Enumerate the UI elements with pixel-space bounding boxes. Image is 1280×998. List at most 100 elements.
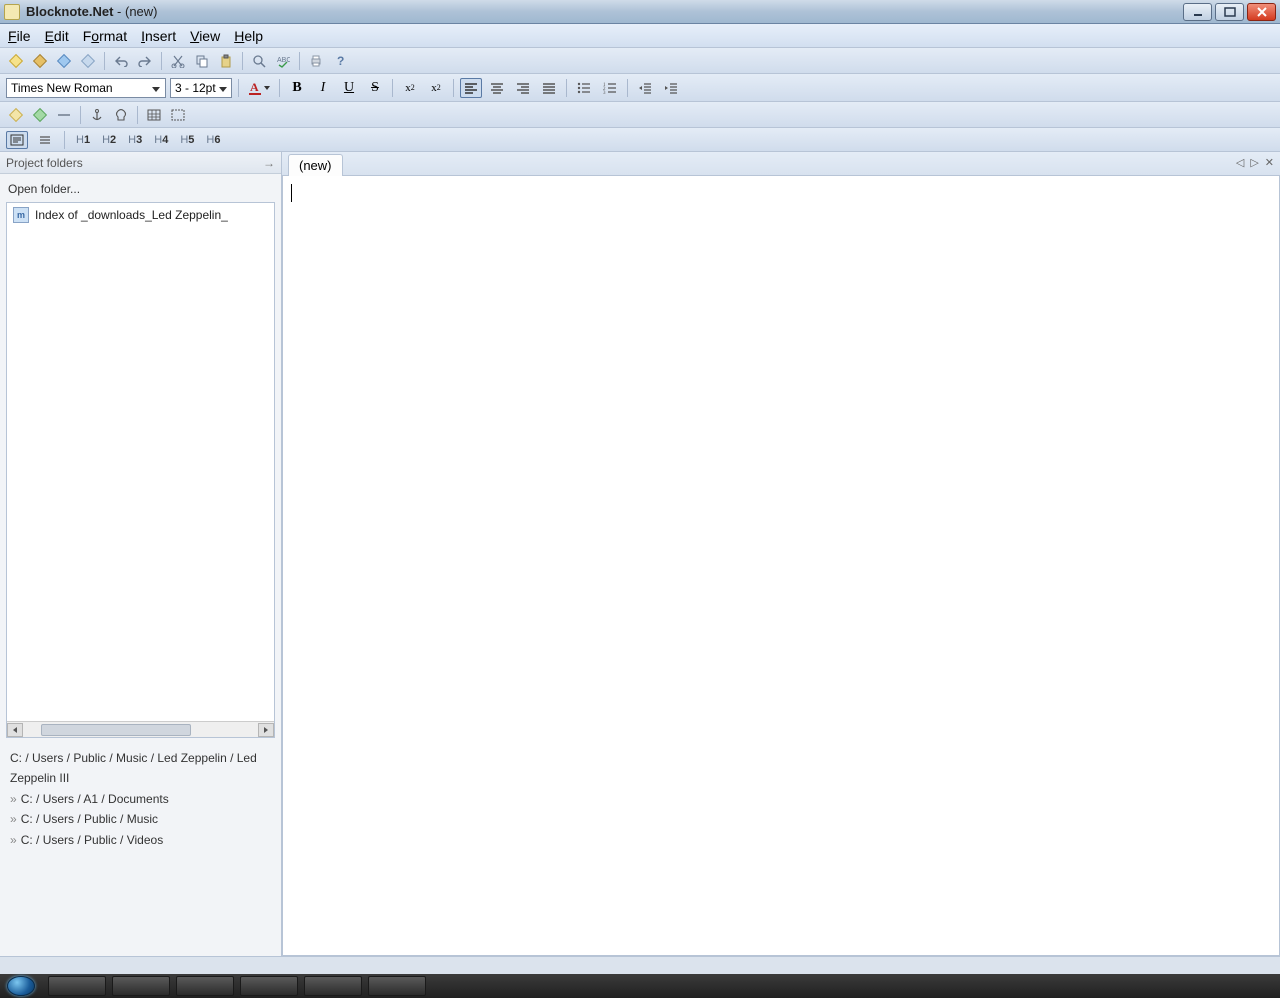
size-value: 3 - 12pt <box>175 81 216 95</box>
underline-button[interactable]: U <box>338 78 360 98</box>
tab-prev-icon[interactable]: ◁ <box>1236 156 1244 169</box>
indent-button[interactable] <box>660 78 682 98</box>
insert-symbol-button[interactable] <box>111 105 131 125</box>
taskbar-item[interactable] <box>112 976 170 996</box>
toolbar-file: ABC ? <box>0 48 1280 74</box>
spellcheck-button[interactable]: ABC <box>273 51 293 71</box>
path-row[interactable]: »C: / Users / Public / Music <box>10 809 271 829</box>
tab-controls: ◁ ▷ ✕ <box>1236 156 1274 169</box>
taskbar-item[interactable] <box>240 976 298 996</box>
copy-button[interactable] <box>192 51 212 71</box>
font-color-button[interactable]: A <box>245 78 273 98</box>
bold-button[interactable]: B <box>286 78 308 98</box>
view-wysiwyg-button[interactable] <box>6 131 28 149</box>
path-text: C: / Users / Public / Videos <box>21 830 164 850</box>
taskbar-item[interactable] <box>176 976 234 996</box>
separator <box>627 79 628 97</box>
tree-hscrollbar[interactable] <box>7 721 274 737</box>
menu-format[interactable]: Format <box>83 28 127 44</box>
number-list-button[interactable]: 123 <box>599 78 621 98</box>
path-row[interactable]: C: / Users / Public / Music / Led Zeppel… <box>10 748 271 789</box>
open-file-button[interactable] <box>30 51 50 71</box>
maximize-button[interactable] <box>1215 3 1244 21</box>
path-text: C: / Users / A1 / Documents <box>21 789 169 809</box>
svg-text:ABC: ABC <box>277 57 290 64</box>
heading-h5-button[interactable]: H5 <box>177 134 197 146</box>
path-row[interactable]: »C: / Users / Public / Videos <box>10 830 271 850</box>
insert-div-button[interactable] <box>168 105 188 125</box>
windows-taskbar <box>0 974 1280 998</box>
tree-item-label: Index of _downloads_Led Zeppelin_ <box>35 208 228 222</box>
path-text: C: / Users / Public / Music / Led Zeppel… <box>10 748 271 789</box>
text-editor[interactable] <box>282 176 1280 956</box>
align-justify-button[interactable] <box>538 78 560 98</box>
help-button[interactable]: ? <box>330 51 350 71</box>
path-row[interactable]: »C: / Users / A1 / Documents <box>10 789 271 809</box>
strikethrough-button[interactable]: S <box>364 78 386 98</box>
align-center-button[interactable] <box>486 78 508 98</box>
undo-button[interactable] <box>111 51 131 71</box>
heading-h2-button[interactable]: H2 <box>99 134 119 146</box>
save-file-button[interactable] <box>54 51 74 71</box>
menu-file[interactable]: File <box>8 28 31 44</box>
doc-title: (new) <box>125 4 158 19</box>
bullet-list-button[interactable] <box>573 78 595 98</box>
document-tab[interactable]: (new) <box>288 154 343 176</box>
separator <box>453 79 454 97</box>
tab-label: (new) <box>299 158 332 173</box>
scroll-right-icon[interactable] <box>258 723 274 737</box>
subscript-button[interactable]: x2 <box>425 78 447 98</box>
view-source-button[interactable] <box>34 131 56 149</box>
recent-paths: C: / Users / Public / Music / Led Zeppel… <box>0 738 281 858</box>
insert-table-button[interactable] <box>144 105 164 125</box>
font-size-selector[interactable]: 3 - 12pt <box>170 78 232 98</box>
align-left-button[interactable] <box>460 78 482 98</box>
window-controls <box>1183 3 1276 21</box>
taskbar-item[interactable] <box>368 976 426 996</box>
start-button[interactable] <box>0 974 42 998</box>
heading-h3-button[interactable]: H3 <box>125 134 145 146</box>
taskbar-item[interactable] <box>304 976 362 996</box>
close-button[interactable] <box>1247 3 1276 21</box>
menu-help[interactable]: Help <box>234 28 263 44</box>
menu-insert[interactable]: Insert <box>141 28 176 44</box>
text-cursor <box>291 184 292 202</box>
paste-button[interactable] <box>216 51 236 71</box>
cut-button[interactable] <box>168 51 188 71</box>
heading-h4-button[interactable]: H4 <box>151 134 171 146</box>
italic-button[interactable]: I <box>312 78 334 98</box>
outdent-button[interactable] <box>634 78 656 98</box>
insert-link-button[interactable] <box>6 105 26 125</box>
align-right-button[interactable] <box>512 78 534 98</box>
print-button[interactable] <box>306 51 326 71</box>
sidebar-collapse-icon[interactable]: → <box>263 156 275 170</box>
minimize-button[interactable] <box>1183 3 1212 21</box>
menu-edit[interactable]: Edit <box>45 28 69 44</box>
windows-orb-icon <box>7 976 35 996</box>
tab-close-icon[interactable]: ✕ <box>1265 156 1274 169</box>
html-file-icon: m <box>13 207 29 223</box>
insert-anchor-button[interactable] <box>87 105 107 125</box>
save-as-button[interactable] <box>78 51 98 71</box>
separator <box>80 106 81 124</box>
tab-next-icon[interactable]: ▷ <box>1250 156 1258 169</box>
redo-button[interactable] <box>135 51 155 71</box>
insert-hr-button[interactable] <box>54 105 74 125</box>
svg-text:3: 3 <box>603 91 606 94</box>
heading-h1-button[interactable]: H1 <box>73 134 93 146</box>
tree-item[interactable]: m Index of _downloads_Led Zeppelin_ <box>7 203 274 227</box>
new-file-button[interactable] <box>6 51 26 71</box>
project-tree[interactable]: m Index of _downloads_Led Zeppelin_ <box>6 202 275 738</box>
scroll-thumb[interactable] <box>41 724 191 736</box>
open-folder-link[interactable]: Open folder... <box>0 174 281 202</box>
insert-image-button[interactable] <box>30 105 50 125</box>
font-selector[interactable]: Times New Roman <box>6 78 166 98</box>
heading-h6-button[interactable]: H6 <box>203 134 223 146</box>
menu-view[interactable]: View <box>190 28 220 44</box>
scroll-left-icon[interactable] <box>7 723 23 737</box>
taskbar-item[interactable] <box>48 976 106 996</box>
superscript-button[interactable]: x2 <box>399 78 421 98</box>
titlebar: Blocknote.Net - (new) <box>0 0 1280 24</box>
font-value: Times New Roman <box>11 81 113 95</box>
find-button[interactable] <box>249 51 269 71</box>
